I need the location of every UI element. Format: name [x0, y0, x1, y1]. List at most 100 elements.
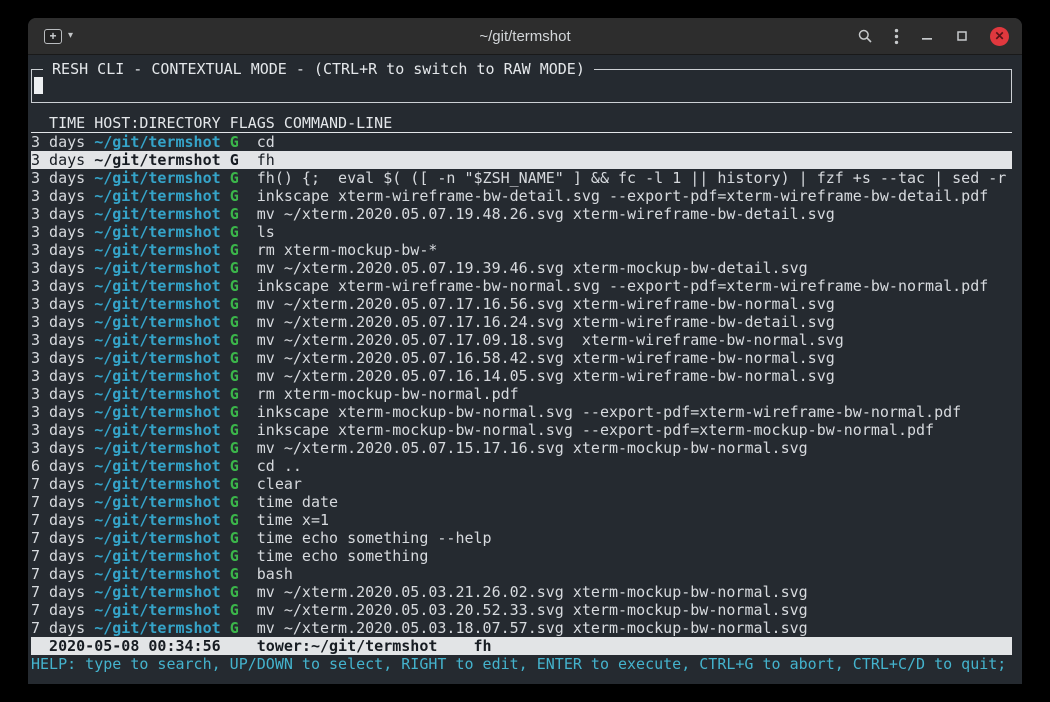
history-row[interactable]: 3 days ~/git/termshot G inkscape xterm-m… [31, 403, 1012, 421]
history-row[interactable]: 7 days ~/git/termshot G mv ~/xterm.2020.… [31, 601, 1012, 619]
row-flags: G [230, 151, 239, 169]
row-command: time date [257, 493, 338, 511]
row-command: mv ~/xterm.2020.05.07.19.48.26.svg xterm… [257, 205, 835, 223]
row-flags: G [230, 313, 239, 331]
history-row[interactable]: 7 days ~/git/termshot G mv ~/xterm.2020.… [31, 583, 1012, 601]
row-time: 3 days [31, 403, 85, 421]
row-command: mv ~/xterm.2020.05.07.17.16.56.svg xterm… [257, 295, 835, 313]
history-row[interactable]: 3 days ~/git/termshot G ls [31, 223, 1012, 241]
history-row[interactable]: 3 days ~/git/termshot G mv ~/xterm.2020.… [31, 367, 1012, 385]
row-host: ~/git/termshot [94, 259, 220, 277]
history-row[interactable]: 3 days ~/git/termshot G inkscape xterm-m… [31, 421, 1012, 439]
terminal-window: + ▾ ~/git/termshot [28, 18, 1022, 684]
row-flags: G [230, 457, 239, 475]
row-command: time echo something [257, 547, 429, 565]
row-host: ~/git/termshot [94, 331, 220, 349]
row-flags: G [230, 277, 239, 295]
row-time: 3 days [31, 169, 85, 187]
row-time: 7 days [31, 475, 85, 493]
row-host: ~/git/termshot [94, 367, 220, 385]
row-flags: G [230, 421, 239, 439]
row-command: cd [257, 133, 275, 151]
row-time: 7 days [31, 619, 85, 637]
history-row[interactable]: 3 days ~/git/termshot G fh [31, 151, 1012, 169]
row-time: 3 days [31, 349, 85, 367]
history-row[interactable]: 3 days ~/git/termshot G mv ~/xterm.2020.… [31, 313, 1012, 331]
row-flags: G [230, 565, 239, 583]
row-flags: G [230, 259, 239, 277]
row-command: fh [257, 151, 275, 169]
history-row[interactable]: 3 days ~/git/termshot G rm xterm-mockup-… [31, 241, 1012, 259]
resh-mode-title: RESH CLI - CONTEXTUAL MODE - (CTRL+R to … [43, 60, 594, 78]
history-row[interactable]: 3 days ~/git/termshot G cd [31, 133, 1012, 151]
history-row[interactable]: 3 days ~/git/termshot G mv ~/xterm.2020.… [31, 439, 1012, 457]
row-host: ~/git/termshot [94, 457, 220, 475]
search-icon[interactable] [857, 28, 873, 44]
row-time: 3 days [31, 205, 85, 223]
row-flags: G [230, 403, 239, 421]
close-button[interactable]: ✕ [990, 27, 1009, 46]
row-time: 6 days [31, 457, 85, 475]
row-host: ~/git/termshot [94, 475, 220, 493]
row-time: 7 days [31, 583, 85, 601]
row-command: clear [257, 475, 302, 493]
row-host: ~/git/termshot [94, 565, 220, 583]
history-row[interactable]: 6 days ~/git/termshot G cd .. [31, 457, 1012, 475]
row-host: ~/git/termshot [94, 277, 220, 295]
row-host: ~/git/termshot [94, 151, 220, 169]
row-flags: G [230, 349, 239, 367]
search-input[interactable] [34, 77, 43, 94]
text-cursor [34, 77, 43, 94]
history-row[interactable]: 7 days ~/git/termshot G time echo someth… [31, 547, 1012, 565]
row-flags: G [230, 439, 239, 457]
new-tab-button[interactable]: + ▾ [40, 27, 77, 46]
new-tab-icon: + [44, 29, 62, 44]
titlebar-left: + ▾ [28, 27, 77, 46]
row-host: ~/git/termshot [94, 187, 220, 205]
row-command: inkscape xterm-wireframe-bw-detail.svg -… [257, 187, 989, 205]
history-row[interactable]: 3 days ~/git/termshot G mv ~/xterm.2020.… [31, 331, 1012, 349]
chevron-down-icon: ▾ [68, 31, 73, 41]
row-time: 7 days [31, 565, 85, 583]
row-time: 3 days [31, 241, 85, 259]
row-time: 3 days [31, 331, 85, 349]
history-row[interactable]: 7 days ~/git/termshot G bash [31, 565, 1012, 583]
row-time: 3 days [31, 421, 85, 439]
row-flags: G [230, 619, 239, 637]
history-row[interactable]: 7 days ~/git/termshot G time echo someth… [31, 529, 1012, 547]
row-flags: G [230, 511, 239, 529]
history-row[interactable]: 3 days ~/git/termshot G mv ~/xterm.2020.… [31, 349, 1012, 367]
row-command: mv ~/xterm.2020.05.07.16.58.42.svg xterm… [257, 349, 835, 367]
row-flags: G [230, 133, 239, 151]
history-row[interactable]: 3 days ~/git/termshot G inkscape xterm-w… [31, 187, 1012, 205]
row-host: ~/git/termshot [94, 295, 220, 313]
row-command: fh() {; eval $( ([ -n "$ZSH_NAME" ] && f… [257, 169, 1007, 187]
minimize-icon[interactable] [920, 29, 934, 43]
row-host: ~/git/termshot [94, 133, 220, 151]
row-host: ~/git/termshot [94, 439, 220, 457]
history-row[interactable]: 7 days ~/git/termshot G time date [31, 493, 1012, 511]
history-row[interactable]: 7 days ~/git/termshot G mv ~/xterm.2020.… [31, 619, 1012, 637]
history-row[interactable]: 7 days ~/git/termshot G time x=1 [31, 511, 1012, 529]
restore-icon[interactable] [955, 29, 969, 43]
history-row[interactable]: 3 days ~/git/termshot G fh() {; eval $( … [31, 169, 1012, 187]
row-time: 3 days [31, 313, 85, 331]
row-command: mv ~/xterm.2020.05.07.19.39.46.svg xterm… [257, 259, 808, 277]
history-row[interactable]: 3 days ~/git/termshot G mv ~/xterm.2020.… [31, 205, 1012, 223]
history-row[interactable]: 3 days ~/git/termshot G mv ~/xterm.2020.… [31, 295, 1012, 313]
row-time: 7 days [31, 529, 85, 547]
history-row[interactable]: 3 days ~/git/termshot G mv ~/xterm.2020.… [31, 259, 1012, 277]
titlebar-right: ✕ [857, 27, 1022, 46]
menu-kebab-icon[interactable] [894, 28, 899, 45]
row-host: ~/git/termshot [94, 601, 220, 619]
row-command: mv ~/xterm.2020.05.07.17.09.18.svg xterm… [257, 331, 844, 349]
history-row[interactable]: 7 days ~/git/termshot G clear [31, 475, 1012, 493]
resh-search-box[interactable]: RESH CLI - CONTEXTUAL MODE - (CTRL+R to … [31, 69, 1012, 103]
row-host: ~/git/termshot [94, 583, 220, 601]
row-command: mv ~/xterm.2020.05.07.15.17.16.svg xterm… [257, 439, 808, 457]
row-time: 3 days [31, 367, 85, 385]
row-time: 3 days [31, 187, 85, 205]
terminal-screen[interactable]: RESH CLI - CONTEXTUAL MODE - (CTRL+R to … [28, 56, 1022, 684]
history-row[interactable]: 3 days ~/git/termshot G inkscape xterm-w… [31, 277, 1012, 295]
history-row[interactable]: 3 days ~/git/termshot G rm xterm-mockup-… [31, 385, 1012, 403]
